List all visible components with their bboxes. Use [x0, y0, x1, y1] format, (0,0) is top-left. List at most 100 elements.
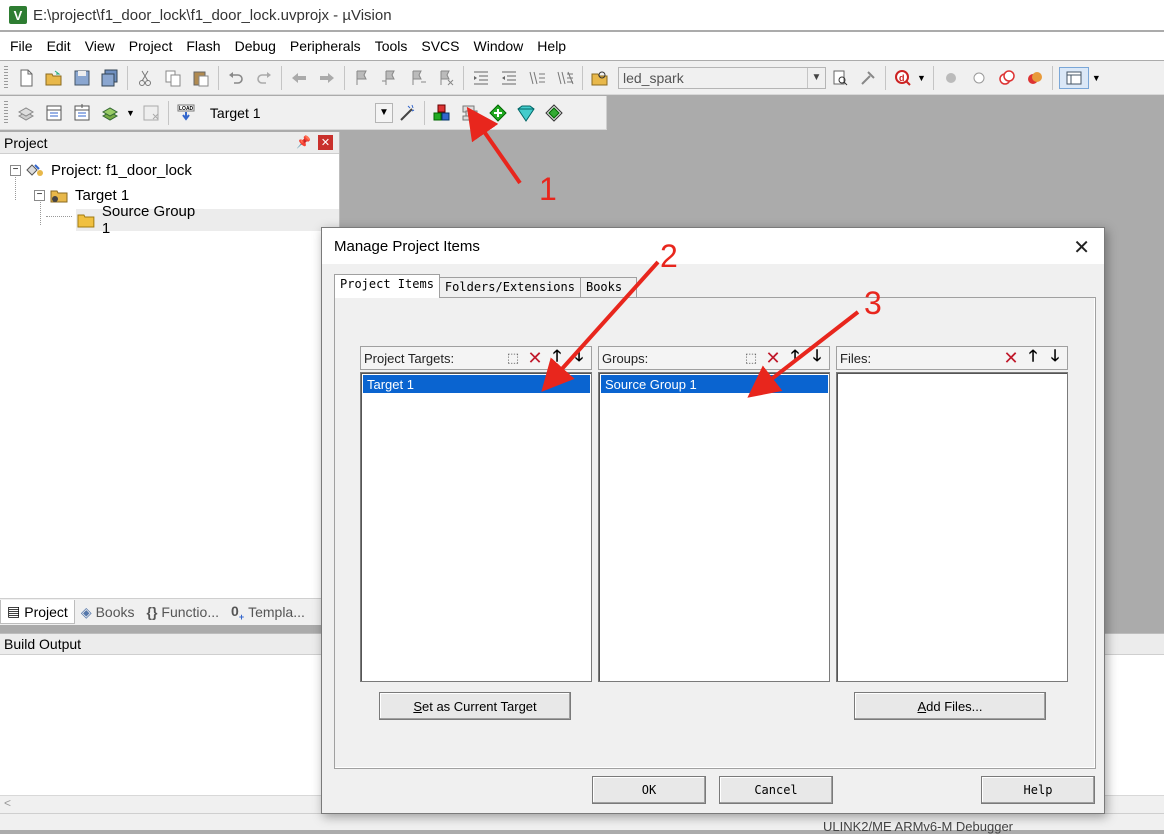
chevron-down-icon[interactable]: ▼ — [1092, 73, 1101, 83]
tree-project-label: Project: f1_door_lock — [51, 161, 192, 179]
tab-books-dialog[interactable]: Books — [579, 277, 638, 298]
next-bookmark-icon[interactable] — [407, 67, 429, 89]
translate-icon[interactable] — [15, 102, 37, 124]
tab-templates[interactable]: 0+ Templa... — [225, 600, 311, 624]
tab-functions[interactable]: {} Functio... — [141, 600, 226, 624]
delete-icon[interactable]: ✕ — [525, 348, 545, 368]
uncomment-icon[interactable] — [554, 67, 576, 89]
breakpoint-icon[interactable] — [940, 67, 962, 89]
tab-project-items[interactable]: Project Items — [334, 274, 440, 298]
move-down-icon[interactable]: 🡓 — [1045, 348, 1065, 368]
add-files-button[interactable]: Add Files... — [854, 692, 1046, 720]
copy-icon[interactable] — [162, 67, 184, 89]
collapse-icon[interactable]: − — [34, 189, 45, 201]
new-item-icon[interactable]: ⬚ — [741, 348, 761, 368]
menu-flash[interactable]: Flash — [179, 38, 227, 54]
groups-list[interactable]: Source Group 1 — [598, 372, 830, 682]
select-packs-icon[interactable] — [459, 102, 481, 124]
move-up-icon[interactable]: 🡑 — [785, 348, 805, 368]
comment-icon[interactable] — [526, 67, 548, 89]
find-in-files-icon[interactable] — [589, 67, 611, 89]
redo-icon[interactable] — [253, 67, 275, 89]
tab-books[interactable]: ◈ Books — [75, 600, 141, 624]
paste-icon[interactable] — [190, 67, 212, 89]
toolbar-grip[interactable] — [4, 65, 8, 90]
cut-icon[interactable] — [134, 67, 156, 89]
target-select-dropdown-icon[interactable]: ▼ — [374, 102, 393, 123]
cancel-button[interactable]: Cancel — [719, 776, 833, 804]
pin-icon[interactable]: 📌 — [296, 135, 311, 149]
move-up-icon[interactable]: 🡑 — [547, 348, 567, 368]
chevron-down-icon[interactable]: ▼ — [807, 67, 825, 88]
disable-all-breakpoints-icon[interactable] — [996, 67, 1018, 89]
tree-node-project[interactable]: − Project: f1_door_lock — [10, 159, 192, 181]
move-down-icon[interactable]: 🡓 — [807, 348, 827, 368]
menu-svcs[interactable]: SVCS — [414, 38, 466, 54]
target-options-icon[interactable] — [396, 102, 418, 124]
project-icon — [26, 164, 43, 176]
manage-project-items-icon[interactable] — [431, 102, 453, 124]
files-group: Files: ✕ 🡑 🡓 — [836, 346, 1068, 682]
new-file-icon[interactable] — [15, 67, 37, 89]
batch-build-icon[interactable] — [99, 102, 121, 124]
undo-icon[interactable] — [225, 67, 247, 89]
close-icon[interactable]: ✕ — [1073, 235, 1090, 260]
save-icon[interactable] — [71, 67, 93, 89]
open-folder-icon[interactable] — [43, 67, 65, 89]
menu-help[interactable]: Help — [530, 38, 573, 54]
toolbar-grip[interactable] — [4, 100, 8, 125]
chevron-down-icon[interactable]: ▼ — [917, 73, 926, 83]
delete-icon[interactable]: ✕ — [1001, 348, 1021, 368]
move-down-icon[interactable]: 🡓 — [569, 348, 589, 368]
save-all-icon[interactable] — [99, 67, 121, 89]
menu-debug[interactable]: Debug — [228, 38, 283, 54]
new-item-icon[interactable]: ⬚ — [503, 348, 523, 368]
chevron-down-icon[interactable]: ▼ — [126, 108, 135, 118]
manage-rte-icon[interactable] — [487, 102, 509, 124]
menu-file[interactable]: File — [3, 38, 40, 54]
disable-breakpoint-icon[interactable] — [968, 67, 990, 89]
help-button[interactable]: Help — [981, 776, 1095, 804]
kill-all-breakpoints-icon[interactable] — [1024, 67, 1046, 89]
scroll-left-icon[interactable]: < — [4, 796, 11, 810]
delete-icon[interactable]: ✕ — [763, 348, 783, 368]
download-load-icon[interactable]: LOAD — [175, 102, 197, 124]
find-icon[interactable] — [829, 67, 851, 89]
stop-build-icon[interactable] — [140, 102, 162, 124]
prev-bookmark-icon[interactable] — [379, 67, 401, 89]
window-layout-icon[interactable] — [1058, 66, 1089, 89]
indent-icon[interactable] — [470, 67, 492, 89]
incremental-find-icon[interactable] — [857, 67, 879, 89]
nav-forward-icon[interactable] — [316, 67, 338, 89]
project-panel-header: Project 📌 ✕ — [0, 132, 339, 154]
collapse-icon[interactable]: − — [10, 164, 21, 176]
pack-installer-icon[interactable] — [515, 102, 537, 124]
project-targets-list[interactable]: Target 1 — [360, 372, 592, 682]
insert-bookmark-icon[interactable] — [351, 67, 373, 89]
close-icon[interactable]: ✕ — [318, 135, 333, 150]
build-icon[interactable] — [43, 102, 65, 124]
tab-folders-extensions[interactable]: Folders/Extensions — [438, 277, 581, 298]
unindent-icon[interactable] — [498, 67, 520, 89]
tree-node-source-group[interactable]: Source Group 1 — [76, 203, 339, 237]
menu-project[interactable]: Project — [122, 38, 180, 54]
clear-bookmarks-icon[interactable] — [435, 67, 457, 89]
menu-view[interactable]: View — [78, 38, 122, 54]
software-components-icon[interactable] — [543, 102, 565, 124]
set-as-current-target-button[interactable]: Set as Current Target — [379, 692, 571, 720]
ok-button[interactable]: OK — [592, 776, 706, 804]
menu-window[interactable]: Window — [467, 38, 531, 54]
rebuild-icon[interactable] — [71, 102, 93, 124]
move-up-icon[interactable]: 🡑 — [1023, 348, 1043, 368]
menu-peripherals[interactable]: Peripherals — [283, 38, 368, 54]
nav-back-icon[interactable] — [288, 67, 310, 89]
list-item[interactable]: Target 1 — [363, 375, 590, 393]
list-item[interactable]: Source Group 1 — [601, 375, 828, 393]
files-list[interactable] — [836, 372, 1068, 682]
tab-project[interactable]: ▤ Project — [0, 600, 75, 624]
find-combo[interactable]: led_spark ▼ — [618, 66, 826, 89]
files-toolbar: Files: ✕ 🡑 🡓 — [836, 346, 1068, 370]
menu-edit[interactable]: Edit — [40, 38, 78, 54]
debug-session-icon[interactable]: d — [892, 67, 914, 89]
menu-tools[interactable]: Tools — [368, 38, 415, 54]
